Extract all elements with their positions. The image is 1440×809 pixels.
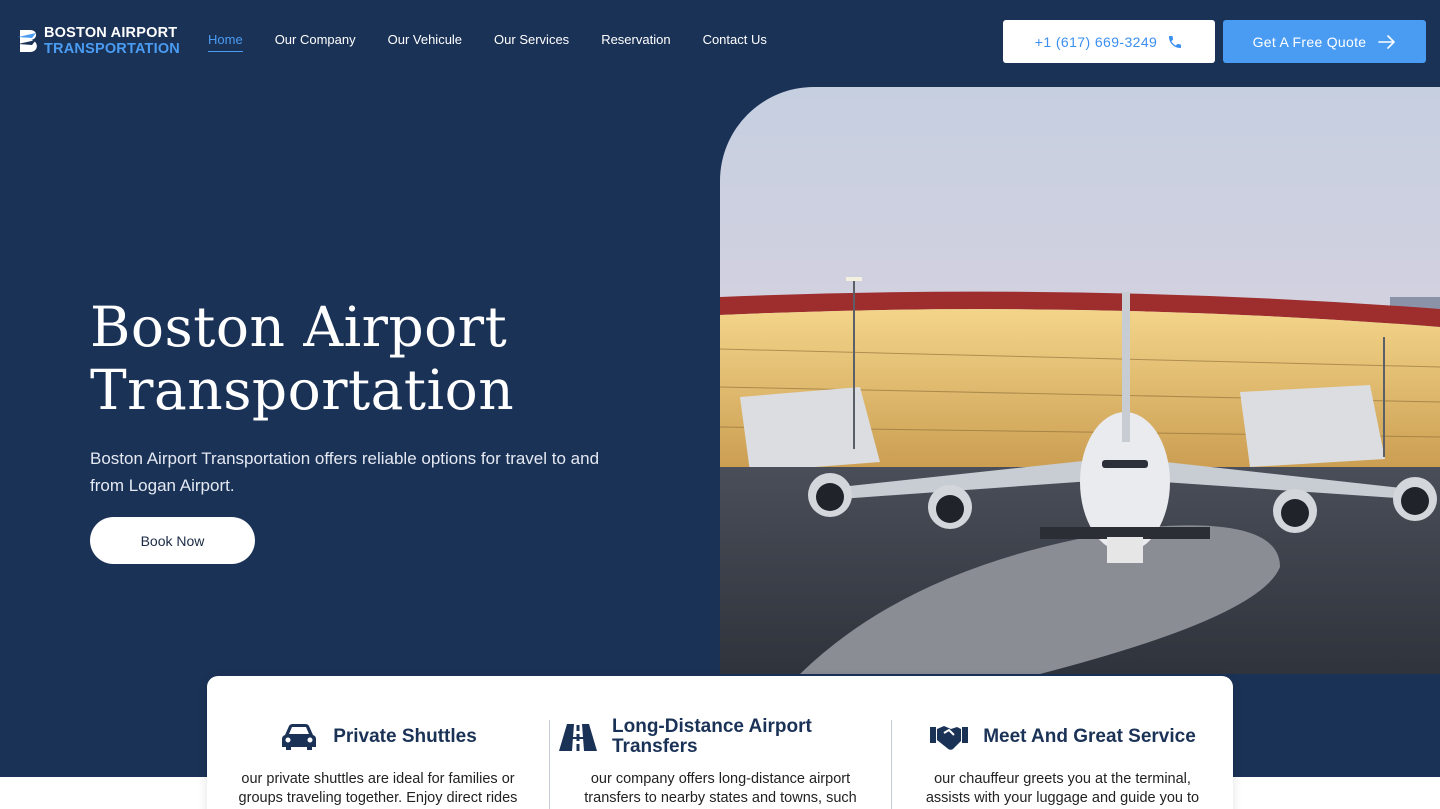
service-header: Private Shuttles xyxy=(207,712,549,762)
free-quote-label: Get A Free Quote xyxy=(1252,33,1367,50)
nav-our-vehicule[interactable]: Our Vehicule xyxy=(388,32,462,52)
handshake-icon xyxy=(930,726,969,750)
services-card: Private Shuttles our private shuttles ar… xyxy=(207,676,1233,809)
logo-mark-icon xyxy=(18,30,37,52)
logo-line-2: TRANSPORTATION xyxy=(44,40,180,57)
book-now-button[interactable]: Book Now xyxy=(90,517,255,564)
service-header: Long-Distance Airport Transfers xyxy=(550,712,891,762)
service-long-distance[interactable]: Long-Distance Airport Transfers our comp… xyxy=(549,717,891,809)
service-title: Meet And Great Service xyxy=(983,726,1196,747)
service-description: our company offers long-distance airport… xyxy=(584,771,857,806)
phone-icon xyxy=(1169,35,1182,48)
hero-airport-image xyxy=(720,87,1440,674)
airport-illustration xyxy=(720,87,1440,674)
car-icon xyxy=(282,724,317,750)
hero-title-line-2: Transportation xyxy=(90,358,515,422)
service-private-shuttles[interactable]: Private Shuttles our private shuttles ar… xyxy=(207,720,549,809)
main-nav: Home Our Company Our Vehicule Our Servic… xyxy=(208,32,767,52)
hero-subtitle: Boston Airport Transportation offers rel… xyxy=(90,449,600,495)
arrow-right-icon xyxy=(1378,34,1396,49)
brand-logo[interactable]: BOSTON AIRPORT TRANSPORTATION xyxy=(18,24,188,58)
hero-title: Boston Airport Transportation xyxy=(90,296,690,422)
hero-section: BOSTON AIRPORT TRANSPORTATION Home Our C… xyxy=(0,0,1440,777)
nav-our-services[interactable]: Our Services xyxy=(494,32,569,52)
service-header: Meet And Great Service xyxy=(892,712,1233,762)
nav-reservation[interactable]: Reservation xyxy=(601,32,670,52)
phone-button[interactable]: +1 (617) 669-3249 xyxy=(1003,20,1215,63)
service-meet-and-greet[interactable]: Meet And Great Service our chauffeur gre… xyxy=(891,720,1233,809)
service-title: Private Shuttles xyxy=(333,726,477,747)
logo-text: BOSTON AIRPORT TRANSPORTATION xyxy=(44,26,180,56)
nav-home[interactable]: Home xyxy=(208,32,243,52)
logo-line-1: BOSTON AIRPORT xyxy=(44,25,178,41)
nav-contact-us[interactable]: Contact Us xyxy=(703,32,767,52)
service-title: Long-Distance Airport Transfers xyxy=(612,716,812,757)
free-quote-button[interactable]: Get A Free Quote xyxy=(1223,20,1426,63)
phone-number: +1 (617) 669-3249 xyxy=(1034,33,1158,50)
service-description: our private shuttles are ideal for famil… xyxy=(238,771,518,806)
service-description: our chauffeur greets you at the terminal… xyxy=(925,771,1200,806)
hero-title-line-1: Boston Airport xyxy=(90,295,508,359)
road-icon xyxy=(559,724,597,751)
nav-our-company[interactable]: Our Company xyxy=(275,32,356,52)
